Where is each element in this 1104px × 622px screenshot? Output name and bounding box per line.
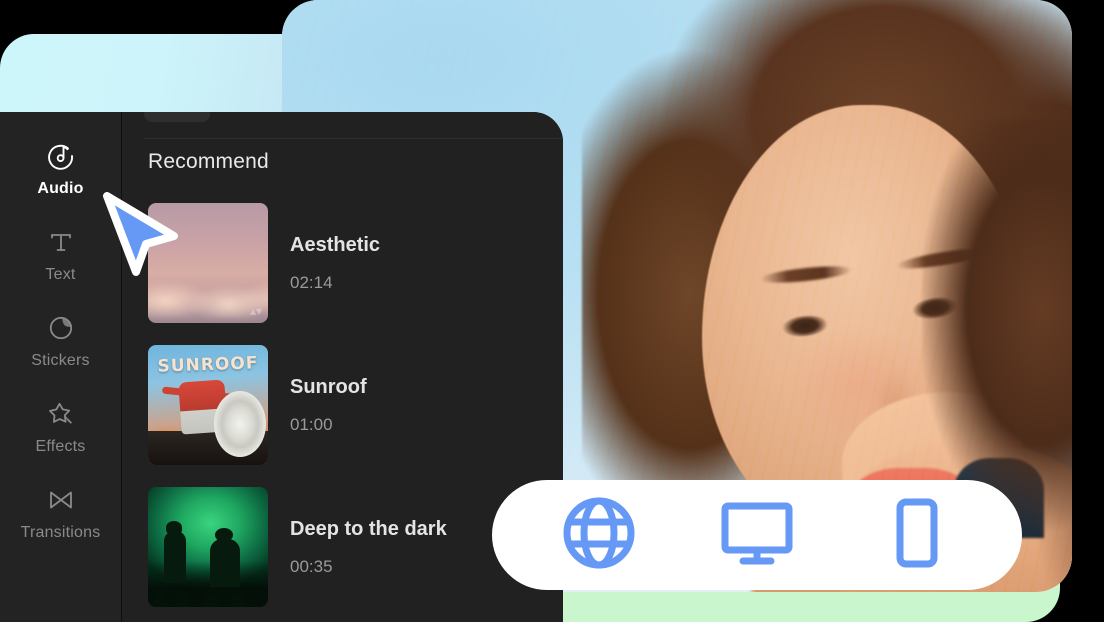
track-title: Deep to the dark [290,517,447,540]
editor-panel: Audio Text Stickers Effects Transitions … [0,112,563,622]
sidebar-item-transitions[interactable]: Transitions [0,470,121,556]
sunset-clouds-art: ▴▾ [148,203,268,323]
decorative-cyan-panel [0,34,286,122]
text-icon [46,227,76,257]
sidebar-item-audio[interactable]: Audio [0,126,121,212]
track-meta: Aesthetic 02:14 [290,234,380,293]
stickers-icon [46,313,76,343]
track-meta: Deep to the dark 00:35 [290,518,447,577]
track-duration: 02:14 [290,272,333,292]
thumbnail-badge-icon: ▴▾ [249,304,262,318]
screenshot-stage: Audio Text Stickers Effects Transitions … [0,0,1104,622]
list-item[interactable]: SUNROOF Sunroof 01:00 [148,334,563,476]
mobile-phone-icon [875,493,955,578]
track-duration: 01:00 [290,414,333,434]
sidebar-item-stickers[interactable]: Stickers [0,298,121,384]
sunroof-album-art: SUNROOF [148,345,268,465]
content-divider [144,138,563,139]
category-pill-partial[interactable] [144,112,210,122]
track-thumbnail [148,487,268,607]
sidebar-item-label: Effects [35,437,86,455]
album-title-text: SUNROOF [157,353,259,377]
sidebar-item-label: Stickers [31,351,90,369]
track-title: Aesthetic [290,233,381,256]
globe-icon [559,493,639,578]
track-thumbnail: SUNROOF [148,345,268,465]
sidebar-item-label: Text [45,265,76,283]
green-concert-art [148,487,268,607]
page-title: Recommend [148,150,269,173]
audio-icon [46,141,76,171]
effects-icon [46,399,76,429]
sidebar-item-label: Transitions [20,523,101,541]
list-item[interactable]: ▴▾ Aesthetic 02:14 [148,192,563,334]
mobile-platform-button[interactable] [875,493,955,578]
track-title: Sunroof [290,375,367,398]
concert-figure-right [210,528,240,587]
track-meta: Sunroof 01:00 [290,376,367,435]
sidebar-item-label: Audio [37,179,84,197]
sidebar-item-text[interactable]: Text [0,212,121,298]
device-selector-bar [492,480,1022,590]
web-platform-button[interactable] [559,493,639,578]
transitions-icon [46,485,76,515]
album-tire [214,391,266,457]
track-thumbnail: ▴▾ [148,203,268,323]
sidebar-item-effects[interactable]: Effects [0,384,121,470]
desktop-platform-button[interactable] [717,493,797,578]
desktop-monitor-icon [717,493,797,578]
editor-sidebar-rail: Audio Text Stickers Effects Transitions [0,112,122,622]
track-duration: 00:35 [290,556,333,576]
concert-figure-left [164,521,186,583]
